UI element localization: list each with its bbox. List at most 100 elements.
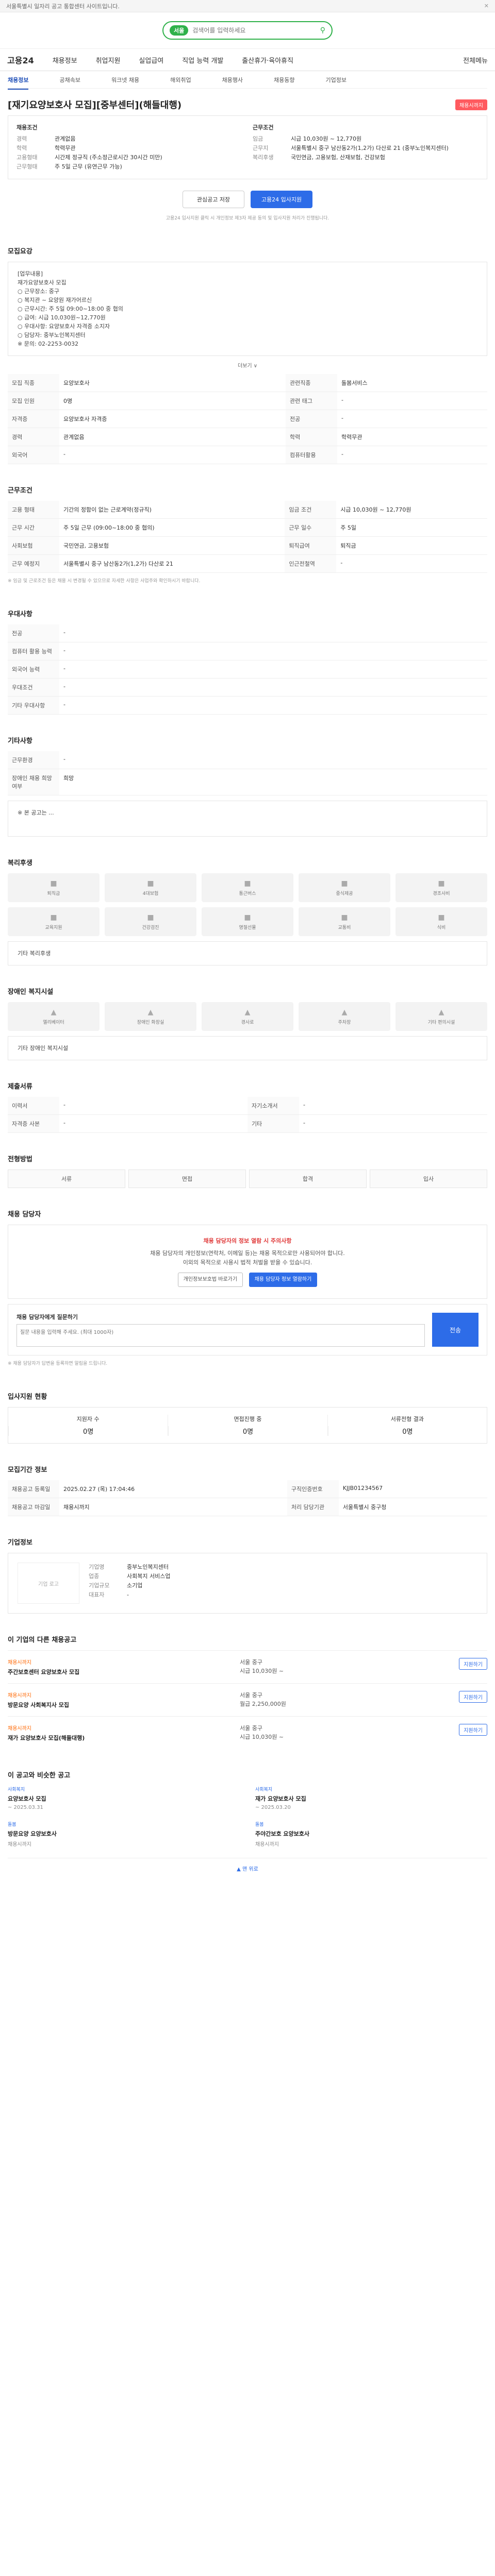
table-value: -: [59, 751, 487, 769]
stat-value: 0명: [8, 1426, 168, 1436]
rec-tag: 사회복지: [255, 1787, 273, 1792]
facility-icon: ▲: [51, 1008, 57, 1016]
detail-line: ○ 근무시간: 주 5일 09:00~18:00 중 협의: [18, 306, 123, 312]
section-title: 이 기업의 다른 채용공고: [8, 1636, 77, 1644]
subnav-item-3[interactable]: 해외취업: [170, 76, 191, 84]
nav-item-training[interactable]: 직업 능력 개발: [182, 55, 223, 65]
subnav-item-0[interactable]: 채용정보: [8, 76, 29, 90]
summary-value: 주 5일 근무 (유연근무 가능): [55, 163, 122, 170]
apply-job-button[interactable]: 지원하기: [459, 1724, 487, 1736]
nav-item-jobs[interactable]: 채용정보: [53, 55, 77, 65]
job-summary: 채용조건 경력 관계없음 학력 학력무관 고용형태 시간제 정규직 (주소정근로시간 …: [8, 115, 487, 179]
section-title: 채용 담당자: [8, 1211, 41, 1218]
more-button[interactable]: 더보기 ∨: [8, 356, 487, 374]
company-section: 기업정보 기업 로고 기업명 중부노인복지센터 업종 사회복지 서비스업 기업규모 소…: [8, 1516, 487, 1614]
table-value: -: [299, 1097, 487, 1115]
search-box[interactable]: 서울 ⚲: [162, 21, 333, 40]
nav-item-unemployment[interactable]: 실업급여: [139, 55, 163, 65]
welfare-card: ■ 건강검진: [105, 907, 196, 936]
list-item[interactable]: 채용시까지 방문요양 사회복지사 모집 서울 중구 월급 2,250,000원 지원…: [8, 1683, 487, 1716]
job-location: 서울 중구: [240, 1659, 262, 1666]
table-value: 서울특별시 중구 남산동2가(1,2가) 다산로 21: [59, 554, 285, 573]
subnav-item-5[interactable]: 채용동향: [274, 76, 294, 84]
subnav-item-6[interactable]: 기업정보: [326, 76, 346, 84]
facility-card: ▲ 기타 편의시설: [395, 1002, 487, 1031]
detail-body: [업무내용] 재가요양보호사 모집 ○ 근무장소: 중구 ○ 복지관 ~ 요양원…: [8, 262, 487, 356]
table-key: 경력: [8, 428, 59, 446]
table-key: 이력서: [8, 1097, 59, 1115]
welfare-icon: ■: [438, 879, 445, 888]
search-icon[interactable]: ⚲: [320, 26, 325, 35]
page-title: [재기요양보호사 모집][중부센터](해들대행): [8, 100, 182, 111]
list-item[interactable]: 사회복지재가 요양보호사 모집 ~ 2025.03.20: [255, 1786, 487, 1810]
job-name[interactable]: 방문요양 사회복지사 모집: [8, 1701, 229, 1709]
subnav-item-4[interactable]: 채용행사: [222, 76, 243, 84]
table-value: -: [59, 678, 487, 697]
section-title: 기업정보: [8, 1539, 32, 1547]
work-note: ※ 임금 및 근로조건 등은 채용 시 변경될 수 있으므로 자세한 사항은 사…: [8, 579, 201, 584]
detail-line: ○ 근무장소: 중구: [18, 288, 60, 295]
facility-icon: ▲: [147, 1008, 154, 1016]
table-value: -: [59, 446, 286, 464]
company-key: 대표자: [89, 1591, 105, 1598]
table-row: 컴퓨터 활용 능력 -: [8, 642, 487, 660]
contact-section: 채용 담당자 채용 담당자의 정보 열람 시 주의사항 채용 담당자의 개인정보…: [8, 1188, 487, 1370]
all-menu-button[interactable]: 전체메뉴: [463, 55, 488, 65]
brand-logo[interactable]: 고용24: [7, 54, 34, 66]
company-value: 사회복지 서비스업: [127, 1573, 171, 1580]
section-title: 이 공고와 비슷한 공고: [8, 1772, 71, 1780]
disabled-grid: ▲ 엘리베이터 ▲ 장애인 화장실 ▲ 경사로 ▲ 주차장 ▲ 기타 편의시설: [8, 1002, 487, 1031]
nav-item-leave[interactable]: 출산휴가·육아휴직: [242, 55, 293, 65]
list-item[interactable]: 사회복지 요양보호사 모집 ~ 2025.03.31: [8, 1786, 240, 1810]
detail-line: ○ 복지관 ~ 요양원 재가어르신: [18, 297, 92, 303]
apply-job-button[interactable]: 지원하기: [459, 1691, 487, 1703]
close-icon[interactable]: ✕: [484, 3, 489, 9]
disabled-etc: 기타 장애인 복지시설: [8, 1036, 487, 1060]
facility-label: 장애인 화장실: [137, 1020, 164, 1025]
process-steps: 서류 면접 합격 입사: [8, 1170, 487, 1188]
privacy-law-button[interactable]: 개인정보보호법 바로가기: [177, 1273, 243, 1287]
list-item[interactable]: 돌봄 방문요양 요양보호사 채용시까지: [8, 1821, 240, 1848]
inquiry-textarea[interactable]: [16, 1324, 425, 1347]
welfare-card: ■ 중식제공: [299, 873, 390, 902]
rec-grid: 사회복지 요양보호사 모집 ~ 2025.03.31 사회복지재가 요양보호사 모집…: [8, 1786, 487, 1848]
welfare-card: ■ 통근버스: [202, 873, 293, 902]
table-value: -: [59, 624, 487, 642]
save-job-button[interactable]: 관심공고 저장: [183, 191, 244, 208]
process-step: 합격: [249, 1170, 367, 1188]
rec-name[interactable]: 요양보호사 모집: [8, 1794, 240, 1803]
rec-date: ~ 2025.03.20: [255, 1805, 291, 1810]
subnav-item-2[interactable]: 워크넷 채용: [111, 76, 139, 84]
rec-name[interactable]: 재가 요양보호사 모집: [255, 1794, 487, 1803]
apply-job-button[interactable]: 지원하기: [459, 1658, 487, 1670]
main-nav: 고용24 채용정보 취업지원 실업급여 직업 능력 개발 출산휴가·육아휴직 전…: [0, 48, 495, 71]
job-info: 채용시까지 재가 요양보호사 모집(해들대행): [8, 1724, 229, 1742]
table-row: 경력 관계없음 학력 학력무관: [8, 428, 487, 446]
table-value: 0명: [59, 392, 286, 410]
doc-table: 이력서 - 자기소개서 - 자격증 사본 - 기타 -: [8, 1097, 487, 1133]
subnav-item-1[interactable]: 공채속보: [59, 76, 80, 84]
table-value: 관계없음: [59, 428, 286, 446]
work-section: 근무조건 고용 형태 기간의 정함이 없는 근로계약(정규직) 임금 조건 시급 10…: [8, 464, 487, 588]
nav-item-support[interactable]: 취업지원: [96, 55, 121, 65]
table-row: 자격증 사본 - 기타 -: [8, 1114, 487, 1133]
job-name[interactable]: 재가 요양보호사 모집(해들대행): [8, 1734, 229, 1742]
detail-section: 모집요강 [업무내용] 재가요양보호사 모집 ○ 근무장소: 중구 ○ 복지관 …: [8, 236, 487, 464]
apply-button[interactable]: 고용24 입사지원: [251, 191, 312, 208]
search-input[interactable]: [192, 27, 316, 34]
rec-name[interactable]: 주야간보호 요양보호사: [255, 1829, 487, 1838]
summary-row: 근무형태 주 5일 근무 (유연근무 가능): [16, 162, 242, 172]
rec-name[interactable]: 방문요양 요양보호사: [8, 1829, 240, 1838]
summary-key: 임금: [253, 135, 263, 142]
summary-row: 고용형태 시간제 정규직 (주소정근로시간 30시간 미만): [16, 153, 242, 162]
list-item[interactable]: 채용시까지 주간보호센터 요양보호사 모집 서울 중구 시급 10,030원 ~ 지…: [8, 1650, 487, 1683]
job-name[interactable]: 주간보호센터 요양보호사 모집: [8, 1668, 229, 1676]
view-contact-button[interactable]: 채용 담당자 정보 열람하기: [249, 1273, 318, 1287]
list-item[interactable]: 돌봄 주야간보호 요양보호사 채용시까지: [255, 1821, 487, 1848]
back-to-top-link[interactable]: ▲ 맨 위로: [8, 1858, 487, 1878]
job-info: 채용시까지 주간보호센터 요양보호사 모집: [8, 1658, 229, 1676]
section-title: 모집기간 정보: [8, 1466, 47, 1474]
table-row: 우대조건 -: [8, 678, 487, 697]
list-item[interactable]: 채용시까지 재가 요양보호사 모집(해들대행) 서울 중구 시급 10,030원 ~…: [8, 1716, 487, 1749]
send-inquiry-button[interactable]: 전송: [432, 1313, 478, 1347]
